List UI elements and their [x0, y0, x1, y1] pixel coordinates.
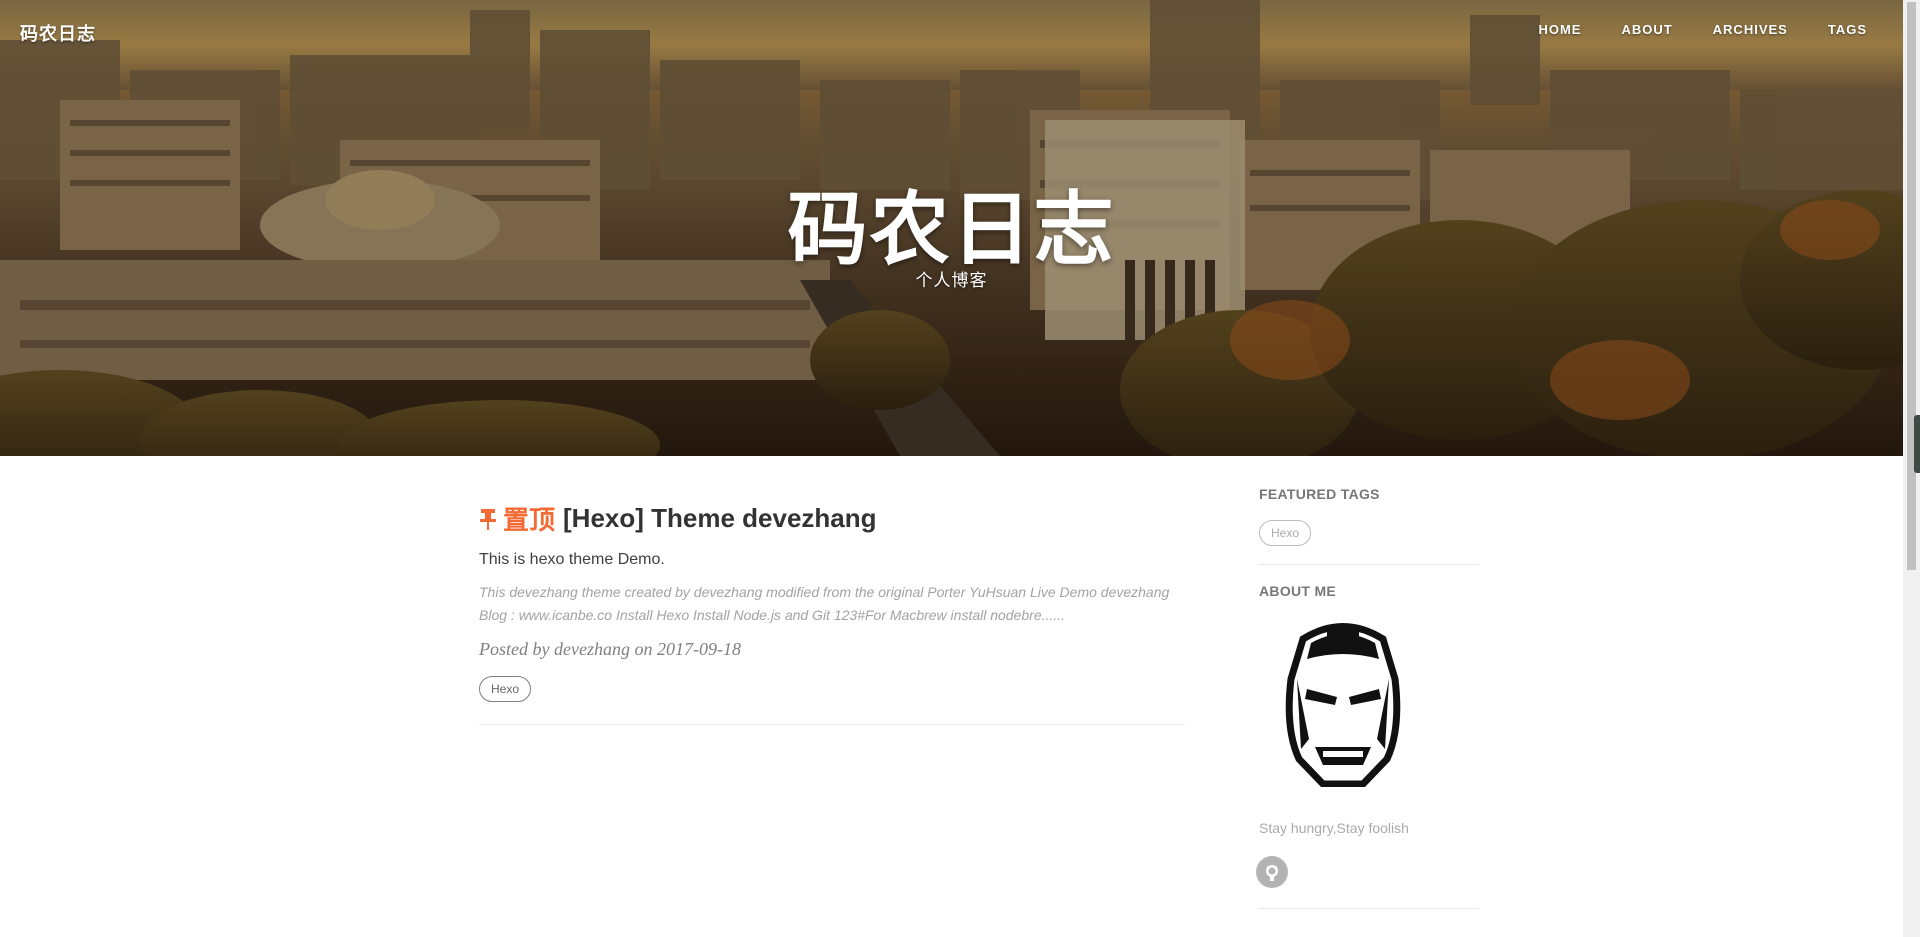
post-title-text[interactable]: [Hexo] Theme devezhang: [563, 503, 877, 534]
hero-banner: 码农日志 HOME ABOUT ARCHIVES TAGS 码农日志 个人博客: [0, 0, 1903, 456]
post-tag-hexo[interactable]: Hexo: [479, 676, 532, 702]
scrollbar-thumb[interactable]: [1907, 2, 1916, 570]
featured-tag-hexo[interactable]: Hexo: [1259, 520, 1312, 546]
post-title[interactable]: 置顶 [Hexo] Theme devezhang: [479, 500, 1185, 537]
main-nav: HOME ABOUT ARCHIVES TAGS: [1538, 22, 1867, 37]
post-excerpt: This devezhang theme created by devezhan…: [479, 584, 1170, 623]
featured-tags: Hexo: [1259, 520, 1479, 546]
post-subtitle[interactable]: This is hexo theme Demo.: [479, 551, 1185, 569]
pinned-label: 置顶: [503, 505, 556, 535]
sidebar-divider-2: [1259, 908, 1479, 909]
site-title: 码农日志: [787, 185, 1116, 274]
nav-archives[interactable]: ARCHIVES: [1713, 22, 1788, 37]
post-preview: 置顶 [Hexo] Theme devezhang This is hexo t…: [479, 500, 1185, 702]
post-divider: [479, 724, 1185, 725]
brand-logo-link[interactable]: 码农日志: [20, 20, 96, 46]
site-subtitle: 个人博客: [915, 271, 988, 290]
nav-home[interactable]: HOME: [1538, 22, 1581, 37]
github-icon[interactable]: [1256, 856, 1288, 888]
side-panel-handle[interactable]: [1914, 415, 1920, 473]
sidebar-divider: [1259, 564, 1479, 565]
about-me-heading: ABOUT ME: [1259, 583, 1337, 599]
avatar: [1285, 623, 1401, 788]
nav-tags[interactable]: TAGS: [1828, 22, 1867, 37]
featured-tags-heading: FEATURED TAGS: [1259, 486, 1380, 502]
github-icon-glyph: [1266, 865, 1278, 881]
about-motto: Stay hungry,Stay foolish: [1259, 820, 1409, 836]
nav-about[interactable]: ABOUT: [1621, 22, 1672, 37]
sidebar: FEATURED TAGS Hexo ABOUT ME Stay hungry,…: [1256, 486, 1479, 927]
post-meta: Posted by devezhang on 2017-09-18: [479, 639, 741, 659]
post-tags: Hexo: [479, 676, 1185, 702]
pushpin-icon: [480, 508, 496, 530]
